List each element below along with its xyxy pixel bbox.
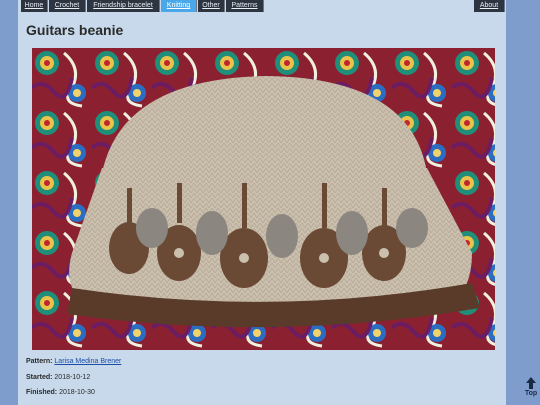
nav-home[interactable]: Home: [21, 0, 48, 12]
pattern-label: Pattern:: [26, 358, 53, 365]
pattern-line: Pattern: Larisa Medina Brener: [26, 358, 121, 365]
started-line: Started: 2018-10-12: [26, 374, 90, 381]
scroll-to-top-label: Top: [524, 390, 538, 397]
top-navigation: Home Crochet Friendship bracelet Knittin…: [18, 0, 506, 12]
nav-friendship-bracelet[interactable]: Friendship bracelet: [87, 0, 160, 12]
started-date: 2018-10-12: [54, 374, 91, 381]
finished-label: Finished:: [26, 389, 58, 396]
arrow-up-icon: [526, 377, 536, 389]
nav-about[interactable]: About: [474, 0, 505, 12]
page-container: Home Crochet Friendship bracelet Knittin…: [18, 0, 506, 405]
nav-crochet[interactable]: Crochet: [49, 0, 86, 12]
nav-other[interactable]: Other: [198, 0, 225, 12]
finished-date: 2018-10-30: [59, 389, 95, 396]
finished-line: Finished: 2018-10-30: [26, 389, 95, 396]
started-label: Started:: [26, 374, 53, 381]
nav-knitting[interactable]: Knitting: [161, 0, 197, 12]
nav-patterns[interactable]: Patterns: [226, 0, 264, 12]
page-title: Guitars beanie: [26, 22, 124, 38]
scroll-to-top-button[interactable]: Top: [522, 376, 540, 398]
beanie-photo-illustration: [32, 48, 495, 350]
project-photo: [32, 48, 495, 350]
pattern-link[interactable]: Larisa Medina Brener: [54, 358, 121, 365]
